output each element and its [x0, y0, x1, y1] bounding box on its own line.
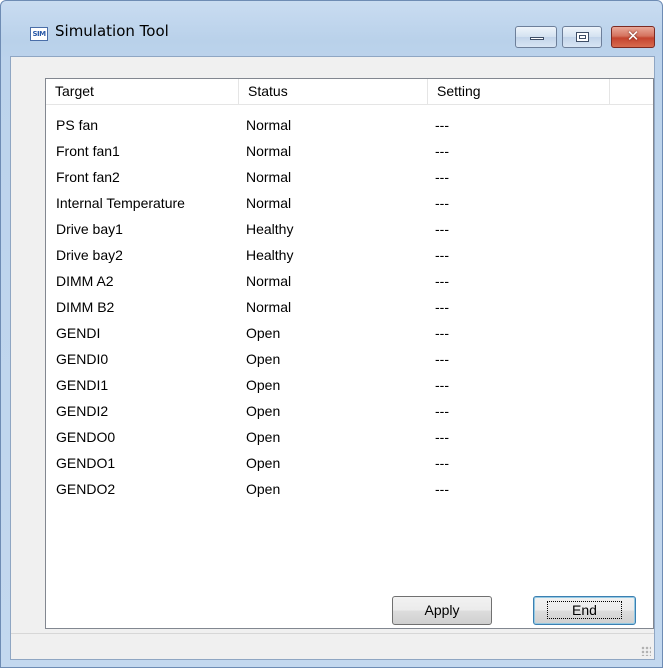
target-cell: Drive bay1 [56, 221, 123, 237]
status-cell: Healthy [246, 221, 294, 237]
target-cell: Front fan1 [56, 143, 120, 159]
list-item[interactable]: Internal Temperature Normal --- [46, 190, 653, 216]
target-cell: GENDI [56, 325, 101, 341]
list-item[interactable]: GENDO0 Open --- [46, 424, 653, 450]
target-cell: DIMM B2 [56, 299, 115, 315]
title-bar[interactable]: SIM Simulation Tool ✕ [1, 1, 662, 48]
maximize-icon [576, 32, 589, 42]
list-item[interactable]: PS fan Normal --- [46, 112, 653, 138]
target-cell: GENDO0 [56, 429, 116, 445]
apply-button[interactable]: Apply [392, 596, 492, 625]
client-area: Target Status Setting PS fan Normal --- Fr… [10, 56, 655, 660]
setting-cell: --- [435, 143, 449, 159]
list-item[interactable]: GENDI1 Open --- [46, 372, 653, 398]
list-item[interactable]: GENDI0 Open --- [46, 346, 653, 372]
status-cell: Healthy [246, 247, 294, 263]
list-item[interactable]: Drive bay1 Healthy --- [46, 216, 653, 242]
target-cell: GENDI1 [56, 377, 109, 393]
target-cell: GENDO2 [56, 481, 116, 497]
list-item[interactable]: GENDI Open --- [46, 320, 653, 346]
status-cell: Open [246, 429, 281, 445]
minimize-button[interactable] [515, 26, 557, 48]
status-cell: Normal [246, 117, 292, 133]
maximize-button[interactable] [562, 26, 602, 48]
setting-cell: --- [435, 455, 449, 471]
list-item[interactable]: DIMM B2 Normal --- [46, 294, 653, 320]
target-cell: GENDI0 [56, 351, 109, 367]
setting-cell: --- [435, 221, 449, 237]
setting-cell: --- [435, 299, 449, 315]
end-button-label: End [547, 601, 622, 619]
status-cell: Normal [246, 273, 292, 289]
close-icon: ✕ [626, 27, 640, 45]
minimize-icon [530, 37, 544, 40]
status-cell: Open [246, 455, 281, 471]
setting-cell: --- [435, 325, 449, 341]
target-cell: Drive bay2 [56, 247, 123, 263]
status-cell: Open [246, 377, 281, 393]
resize-grip-icon[interactable] [641, 646, 651, 656]
status-bar [11, 633, 654, 659]
list-body: PS fan Normal --- Front fan1 Normal --- Fron… [46, 112, 653, 502]
setting-cell: --- [435, 195, 449, 211]
app-icon: SIM [30, 27, 48, 41]
list-item[interactable]: DIMM A2 Normal --- [46, 268, 653, 294]
setting-cell: --- [435, 429, 449, 445]
target-cell: PS fan [56, 117, 99, 133]
setting-cell: --- [435, 273, 449, 289]
target-cell: Front fan2 [56, 169, 120, 185]
status-cell: Normal [246, 169, 292, 185]
column-header-target[interactable]: Target [46, 79, 239, 104]
setting-cell: --- [435, 377, 449, 393]
close-button[interactable]: ✕ [611, 26, 655, 48]
target-cell: GENDO1 [56, 455, 116, 471]
list-item[interactable]: Front fan2 Normal --- [46, 164, 653, 190]
status-cell: Open [246, 403, 281, 419]
list-item[interactable]: Front fan1 Normal --- [46, 138, 653, 164]
status-cell: Open [246, 325, 281, 341]
column-header-filler [610, 79, 654, 104]
window-title: Simulation Tool [55, 22, 169, 40]
target-cell: Internal Temperature [56, 195, 185, 211]
status-cell: Normal [246, 143, 292, 159]
setting-cell: --- [435, 117, 449, 133]
list-header: Target Status Setting [46, 79, 653, 105]
simulation-tool-window: SIM Simulation Tool ✕ Target Status Sett… [0, 0, 663, 668]
setting-cell: --- [435, 247, 449, 263]
setting-cell: --- [435, 351, 449, 367]
status-cell: Open [246, 351, 281, 367]
status-cell: Normal [246, 195, 292, 211]
target-list[interactable]: Target Status Setting PS fan Normal --- Fr… [45, 78, 654, 629]
target-cell: GENDI2 [56, 403, 109, 419]
end-button[interactable]: End [533, 596, 636, 625]
list-item[interactable]: GENDO1 Open --- [46, 450, 653, 476]
list-item[interactable]: GENDI2 Open --- [46, 398, 653, 424]
setting-cell: --- [435, 403, 449, 419]
list-item[interactable]: Drive bay2 Healthy --- [46, 242, 653, 268]
list-item[interactable]: GENDO2 Open --- [46, 476, 653, 502]
target-cell: DIMM A2 [56, 273, 114, 289]
setting-cell: --- [435, 481, 449, 497]
column-header-status[interactable]: Status [239, 79, 428, 104]
setting-cell: --- [435, 169, 449, 185]
column-header-setting[interactable]: Setting [428, 79, 610, 104]
status-cell: Open [246, 481, 281, 497]
status-cell: Normal [246, 299, 292, 315]
